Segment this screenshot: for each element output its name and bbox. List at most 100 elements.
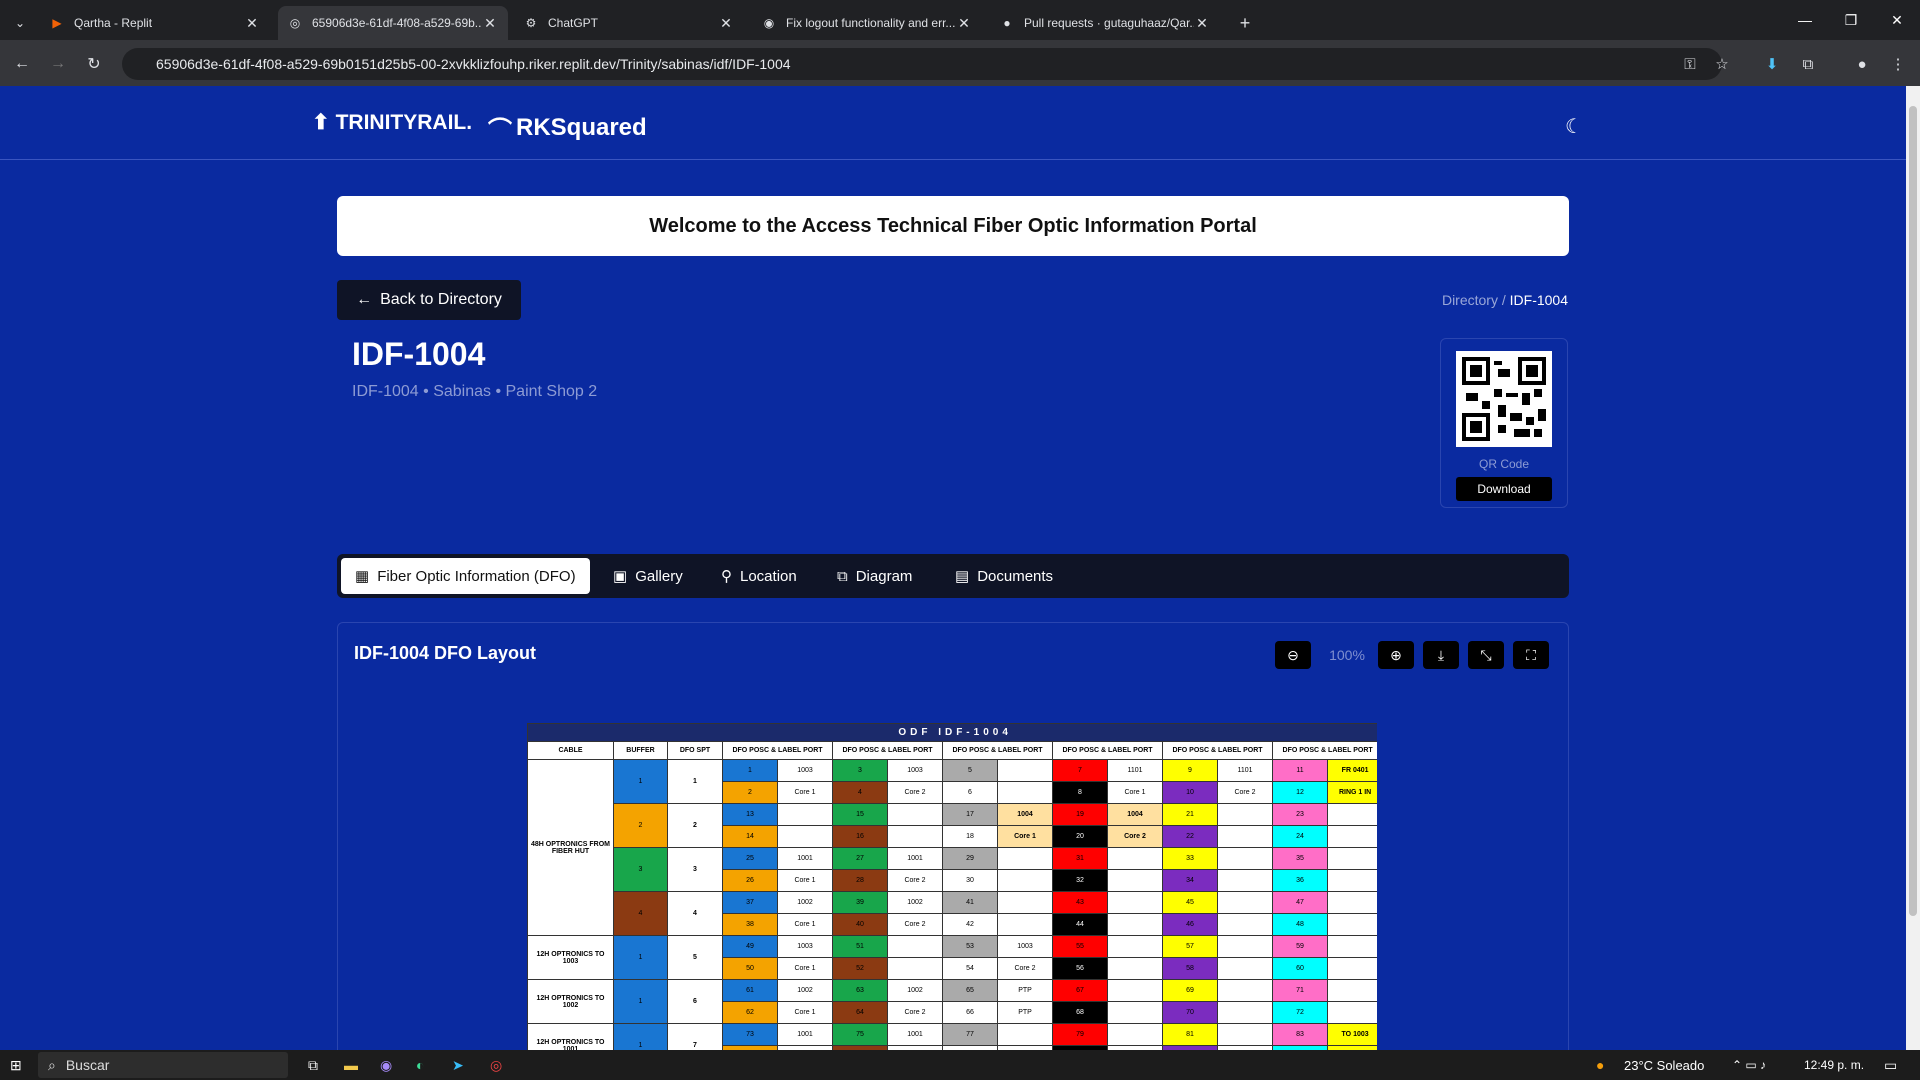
url-bar[interactable]: 65906d3e-61df-4f08-a529-69b0151d25b5-00-… bbox=[122, 48, 1722, 80]
port-cell bbox=[1326, 891, 1377, 914]
spt-cell: 2 bbox=[667, 803, 723, 848]
port-cell: 24 bbox=[1272, 825, 1328, 848]
qr-download-button[interactable]: Download bbox=[1456, 477, 1552, 501]
tab-documents[interactable]: ▤ Documents bbox=[941, 558, 1067, 594]
browser-tab-3[interactable]: ⚙ ChatGPT ✕ bbox=[514, 6, 744, 40]
wifi-mark-icon: ⌒ bbox=[488, 117, 512, 144]
weather-text: 23°C Soleado bbox=[1624, 1057, 1705, 1073]
port-cell: 39 bbox=[832, 891, 888, 914]
reload-icon[interactable]: ↻ bbox=[82, 52, 106, 76]
port-cell bbox=[997, 781, 1053, 804]
port-cell: 71 bbox=[1272, 979, 1328, 1002]
restore-icon[interactable]: ❐ bbox=[1828, 0, 1874, 40]
chrome-icon[interactable]: ◎ bbox=[490, 1054, 502, 1076]
forward-arrow-icon[interactable]: → bbox=[46, 52, 70, 76]
page-scrollbar[interactable] bbox=[1906, 86, 1920, 1050]
tab-search-icon[interactable]: ⌄ bbox=[0, 6, 40, 40]
port-cell: 1001 bbox=[777, 1023, 833, 1046]
port-cell: 20 bbox=[1052, 825, 1108, 848]
port-cell: 1002 bbox=[887, 891, 943, 914]
section-tabs: ▦ Fiber Optic Information (DFO) ▣ Gallery … bbox=[337, 554, 1569, 598]
port-cell: 15 bbox=[832, 803, 888, 826]
close-icon[interactable]: ✕ bbox=[244, 15, 260, 32]
windows-start-icon[interactable]: ⊞ bbox=[10, 1054, 22, 1076]
close-icon[interactable]: ✕ bbox=[482, 15, 498, 32]
port-cell bbox=[1217, 913, 1273, 936]
fullscreen-icon[interactable]: ⛶ bbox=[1513, 641, 1549, 669]
back-arrow-icon[interactable]: ← bbox=[10, 52, 34, 76]
port-cell bbox=[1107, 935, 1163, 958]
port-cell: 5 bbox=[942, 759, 998, 782]
port-cell bbox=[1326, 979, 1377, 1002]
compress-icon[interactable]: ⤡ bbox=[1468, 641, 1504, 669]
port-cell: 22 bbox=[1162, 825, 1218, 848]
close-icon[interactable]: ✕ bbox=[718, 15, 734, 32]
tab-location[interactable]: ⚲ Location bbox=[707, 558, 811, 594]
port-cell: 43 bbox=[1052, 891, 1108, 914]
tab-diagram[interactable]: ⧉ Diagram bbox=[823, 558, 926, 594]
port-cell: Core 1 bbox=[777, 1001, 833, 1024]
port-cell: 57 bbox=[1162, 935, 1218, 958]
browser-tab-2[interactable]: ◎ 65906d3e-61df-4f08-a529-69b... ✕ bbox=[278, 6, 508, 40]
port-cell bbox=[887, 803, 943, 826]
task-view-icon[interactable]: ⧉ bbox=[308, 1054, 318, 1076]
trinityrail-mark-icon: ⬆ bbox=[312, 111, 330, 134]
port-cell: Core 1 bbox=[1107, 781, 1163, 804]
browser-tab-1[interactable]: ▶ Qartha - Replit ✕ bbox=[40, 6, 270, 40]
key-icon[interactable]: ⚿ bbox=[1678, 52, 1702, 76]
port-cell bbox=[1107, 847, 1163, 870]
port-cell: 64 bbox=[832, 1001, 888, 1024]
port-cell bbox=[997, 1023, 1053, 1046]
browser-tab-5[interactable]: ● Pull requests · gutaguhaaz/Qar... ✕ bbox=[990, 6, 1220, 40]
zoom-out-icon[interactable]: ⊖ bbox=[1275, 641, 1311, 669]
tab-fiber-optic-info[interactable]: ▦ Fiber Optic Information (DFO) bbox=[341, 558, 590, 594]
port-cell: 1003 bbox=[887, 759, 943, 782]
cable-cell: 12H OPTRONICS TO 1001 bbox=[527, 1023, 614, 1050]
odf-header: DFO POSC & LABEL PORT bbox=[942, 741, 1053, 760]
minimize-icon[interactable]: — bbox=[1782, 0, 1828, 40]
spt-cell: 5 bbox=[667, 935, 723, 980]
extensions-icon[interactable]: ⧉ bbox=[1796, 52, 1820, 76]
port-cell bbox=[1107, 979, 1163, 1002]
port-cell: 58 bbox=[1162, 957, 1218, 980]
qr-pattern bbox=[1462, 357, 1546, 441]
edge-icon[interactable]: ◐ bbox=[416, 1054, 424, 1076]
close-icon[interactable]: ✕ bbox=[1194, 15, 1210, 32]
port-cell: 62 bbox=[722, 1001, 778, 1024]
star-icon[interactable]: ☆ bbox=[1710, 52, 1734, 76]
tab-gallery[interactable]: ▣ Gallery bbox=[599, 558, 697, 594]
port-cell: 54 bbox=[942, 957, 998, 980]
close-icon[interactable]: ✕ bbox=[956, 15, 972, 32]
port-cell bbox=[887, 957, 943, 980]
zoom-in-icon[interactable]: ⊕ bbox=[1378, 641, 1414, 669]
odf-header: DFO POSC & LABEL PORT bbox=[1052, 741, 1163, 760]
avatar[interactable]: ● bbox=[1850, 52, 1874, 76]
port-cell: 7 bbox=[1052, 759, 1108, 782]
theme-toggle-moon-icon[interactable]: ☾ bbox=[1565, 114, 1583, 139]
browser-tab-4[interactable]: ◉ Fix logout functionality and err... ✕ bbox=[752, 6, 982, 40]
tray-icons[interactable]: ⌃ ▭ ♪ bbox=[1732, 1054, 1766, 1076]
window-close-icon[interactable]: ✕ bbox=[1874, 0, 1920, 40]
download-status-icon[interactable]: ⬇ bbox=[1760, 52, 1784, 76]
port-cell: Core 1 bbox=[777, 781, 833, 804]
telegram-icon[interactable]: ➤ bbox=[452, 1054, 464, 1076]
odf-sheet: ODF IDF-1004 CABLE BUFFER DFO SPT DFO POSC … bbox=[527, 723, 1377, 1050]
taskbar-search[interactable]: ⌕ Buscar bbox=[38, 1052, 288, 1078]
arrow-left-icon: ← bbox=[356, 291, 373, 308]
port-cell: 1003 bbox=[777, 935, 833, 958]
notification-icon[interactable]: ▭ bbox=[1884, 1054, 1897, 1076]
buffer-cell: 1 bbox=[613, 759, 668, 804]
app-icon[interactable]: ◉ bbox=[380, 1054, 392, 1076]
port-cell bbox=[1326, 869, 1377, 892]
folder-icon[interactable]: ▬ bbox=[344, 1054, 358, 1076]
menu-icon[interactable]: ⋮ bbox=[1886, 52, 1910, 76]
new-tab-button[interactable]: + bbox=[1230, 6, 1260, 40]
port-cell: 46 bbox=[1162, 913, 1218, 936]
port-cell: 68 bbox=[1052, 1001, 1108, 1024]
buffer-cell: 1 bbox=[613, 1023, 668, 1050]
download-icon[interactable]: ⤓ bbox=[1423, 641, 1459, 669]
scrollbar-thumb[interactable] bbox=[1909, 106, 1917, 916]
port-cell: 36 bbox=[1272, 869, 1328, 892]
back-to-directory-button[interactable]: ← Back to Directory bbox=[337, 280, 521, 320]
breadcrumb-directory[interactable]: Directory bbox=[1442, 292, 1498, 308]
